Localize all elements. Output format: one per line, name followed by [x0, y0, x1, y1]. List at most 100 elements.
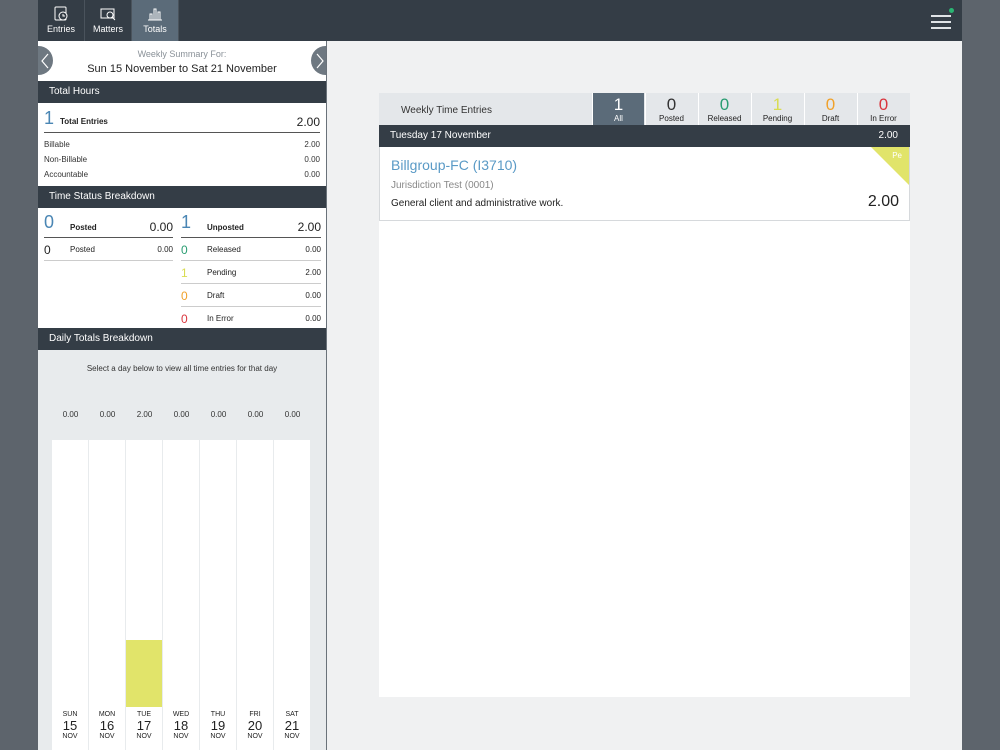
- status-filter-bar: Weekly Time Entries 1 All 0 Posted 0 Rel…: [379, 93, 910, 125]
- matters-icon: [100, 8, 116, 21]
- status-label: Released: [207, 245, 241, 254]
- day-label-mon[interactable]: MON 16 NOV: [89, 707, 125, 750]
- day-month: NOV: [136, 733, 152, 740]
- status-value: 0.00: [305, 245, 321, 254]
- totals-icon: [148, 8, 162, 21]
- day-label-sun[interactable]: SUN 15 NOV: [52, 707, 88, 750]
- day-total-value: 0.00: [99, 410, 116, 419]
- entry-status-tag: Pe: [892, 151, 902, 160]
- filter-label: All: [614, 114, 623, 123]
- day-weekday: SAT: [285, 711, 299, 718]
- day-date: 19: [210, 718, 226, 733]
- day-label-sat[interactable]: SAT 21 NOV: [274, 707, 310, 750]
- filter-count: 0: [825, 95, 836, 114]
- unposted-column: 1 Unposted 2.00 0 Released 0.00 1 Pendin…: [181, 208, 321, 330]
- in-error-row: 0 In Error 0.00: [181, 307, 321, 330]
- day-total-value: 0.00: [247, 410, 264, 419]
- unposted-value: 2.00: [297, 220, 321, 234]
- filter-tab-in-error[interactable]: 0 In Error: [857, 93, 909, 125]
- entry-hours: 2.00: [867, 193, 899, 210]
- day-bar-fri[interactable]: [237, 440, 273, 707]
- status-label: Posted: [70, 245, 95, 254]
- day-bar-sat[interactable]: [274, 440, 310, 707]
- filter-tab-pending[interactable]: 1 Pending: [751, 93, 803, 125]
- posted-column: 0 Posted 0.00 0 Posted 0.00: [44, 208, 173, 261]
- week-summary-heading: Weekly Summary For:: [137, 49, 227, 59]
- weekly-entries-title: Weekly Time Entries: [401, 105, 492, 116]
- day-bar-thu[interactable]: [200, 440, 236, 707]
- filter-count: 0: [878, 95, 889, 114]
- time-entry-row[interactable]: Billgroup-FC (I3710) Jurisdiction Test (…: [379, 147, 910, 221]
- daily-totals-header: Daily Totals Breakdown: [38, 328, 326, 350]
- day-weekday: SUN: [62, 711, 78, 718]
- row-label: Accountable: [44, 170, 89, 179]
- day-date: 15: [62, 718, 78, 733]
- day-bar-mon[interactable]: [89, 440, 125, 707]
- day-group-total: 2.00: [878, 130, 898, 141]
- day-total-value: 0.00: [173, 410, 190, 419]
- entries-icon: [54, 6, 68, 21]
- top-navigation-bar: Entries Matters Totals: [38, 0, 962, 41]
- unposted-label: Unposted: [207, 223, 244, 232]
- filter-count: 0: [719, 95, 730, 114]
- day-month: NOV: [99, 733, 115, 740]
- nav-tab-matters[interactable]: Matters: [85, 0, 132, 41]
- day-month: NOV: [62, 733, 78, 740]
- day-group-date: Tuesday 17 November: [390, 130, 491, 141]
- filter-label: Posted: [659, 114, 684, 123]
- notification-dot: [949, 8, 954, 13]
- chevron-left-icon: [41, 53, 49, 69]
- day-label-fri[interactable]: FRI 20 NOV: [237, 707, 273, 750]
- status-value: 2.00: [305, 268, 321, 277]
- day-bar-wed[interactable]: [163, 440, 199, 707]
- billable-row: Billable 2.00: [44, 137, 320, 152]
- posted-value: 0.00: [149, 220, 173, 234]
- day-date: 16: [99, 718, 115, 733]
- nav-tab-label: Totals: [143, 24, 167, 34]
- day-date: 20: [247, 718, 263, 733]
- posted-count: 0: [44, 212, 55, 232]
- entry-client[interactable]: Billgroup-FC (I3710): [391, 157, 517, 173]
- draft-row: 0 Draft 0.00: [181, 284, 321, 307]
- filter-label: Draft: [821, 114, 840, 123]
- day-weekday: FRI: [249, 711, 261, 718]
- day-bar-tue[interactable]: [126, 440, 162, 707]
- row-value: 0.00: [304, 155, 320, 164]
- daily-hint-text: Select a day below to view all time entr…: [86, 364, 278, 373]
- chevron-right-icon: [316, 53, 324, 69]
- filter-tab-draft[interactable]: 0 Draft: [804, 93, 856, 125]
- day-month: NOV: [284, 733, 300, 740]
- day-total-value: 0.00: [62, 410, 79, 419]
- day-bar-sun[interactable]: [52, 440, 88, 707]
- released-row: 0 Released 0.00: [181, 238, 321, 261]
- total-entries-count: 1: [44, 108, 55, 128]
- hamburger-menu-icon[interactable]: [931, 8, 954, 30]
- day-label-tue[interactable]: TUE 17 NOV: [126, 707, 162, 750]
- day-weekday: TUE: [137, 711, 151, 718]
- status-label: Pending: [207, 268, 237, 277]
- weekly-entries-panel: Weekly Time Entries 1 All 0 Posted 0 Rel…: [327, 41, 962, 750]
- row-value: 2.00: [304, 140, 320, 149]
- pending-row: 1 Pending 2.00: [181, 261, 321, 284]
- filter-tab-posted[interactable]: 0 Posted: [645, 93, 697, 125]
- unposted-count: 1: [181, 212, 192, 232]
- accountable-row: Accountable 0.00: [44, 167, 320, 182]
- day-label-thu[interactable]: THU 19 NOV: [200, 707, 236, 750]
- week-selector: Weekly Summary For: Sun 15 November to S…: [38, 41, 326, 81]
- status-label: In Error: [207, 314, 234, 323]
- pending-status-corner: [871, 147, 909, 185]
- filter-tab-all[interactable]: 1 All: [592, 93, 644, 125]
- filter-count: 0: [666, 95, 677, 114]
- day-label-wed[interactable]: WED 18 NOV: [163, 707, 199, 750]
- posted-row: 0 Posted 0.00: [44, 238, 173, 261]
- day-weekday: THU: [210, 711, 226, 718]
- total-hours-header: Total Hours: [38, 81, 326, 103]
- row-value: 0.00: [304, 170, 320, 179]
- filter-label: In Error: [870, 114, 897, 123]
- day-date: 18: [173, 718, 189, 733]
- nav-tab-totals[interactable]: Totals: [132, 0, 179, 41]
- total-entries-label: Total Entries: [60, 117, 108, 126]
- filter-tab-released[interactable]: 0 Released: [698, 93, 750, 125]
- status-count: 0: [44, 243, 51, 257]
- nav-tab-entries[interactable]: Entries: [38, 0, 85, 41]
